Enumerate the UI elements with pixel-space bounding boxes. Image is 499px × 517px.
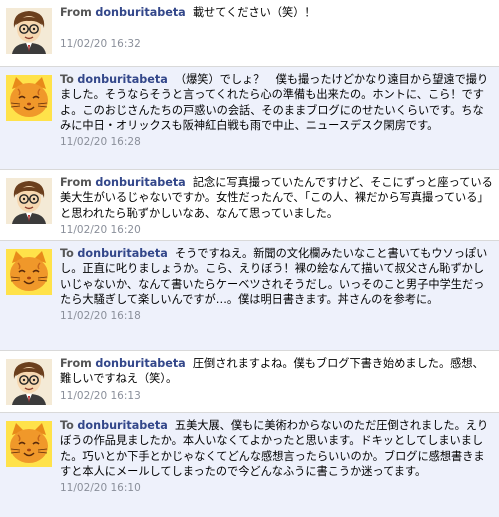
direction-label: To xyxy=(60,419,74,432)
username-link[interactable]: donburitabeta xyxy=(95,357,185,370)
timestamp: 11/02/20 16:32 xyxy=(60,38,141,51)
username-link[interactable]: donburitabeta xyxy=(77,73,167,86)
timestamp: 11/02/20 16:18 xyxy=(60,310,141,323)
message-item[interactable]: To donburitabeta 五美大展、僕もに美術わからないのただ圧倒されま… xyxy=(0,413,499,517)
man-glasses-avatar[interactable] xyxy=(6,8,52,54)
direction-label: From xyxy=(60,6,92,19)
direction-label: To xyxy=(60,73,74,86)
username-link[interactable]: donburitabeta xyxy=(77,419,167,432)
man-glasses-avatar[interactable] xyxy=(6,359,52,405)
orange-cat-avatar[interactable] xyxy=(6,249,52,295)
orange-cat-avatar[interactable] xyxy=(6,75,52,121)
man-glasses-avatar[interactable] xyxy=(6,178,52,224)
direction-label: From xyxy=(60,176,92,189)
direction-label: To xyxy=(60,247,74,260)
message-item[interactable]: From donburitabeta 記念に写真撮っていたんですけど、そこにずっ… xyxy=(0,170,499,241)
message-item[interactable]: To donburitabeta （爆笑）でしょ？ 僕も撮ったけどかなり遠目から… xyxy=(0,67,499,170)
timestamp: 11/02/20 16:10 xyxy=(60,482,141,495)
message-text: 載せてください（笑）！ xyxy=(192,6,316,19)
message-item[interactable]: To donburitabeta そうですねえ。新聞の文化欄みたいなこと書いても… xyxy=(0,241,499,351)
timestamp: 11/02/20 16:13 xyxy=(60,389,141,402)
timestamp: 11/02/20 16:20 xyxy=(60,223,141,236)
message-item[interactable]: From donburitabeta 圧倒されますよね。僕もブログ下書き始めまし… xyxy=(0,351,499,413)
username-link[interactable]: donburitabeta xyxy=(95,176,185,189)
message-thread: From donburitabeta 載せてください（笑）！ 11/02/20 … xyxy=(0,0,499,517)
message-item[interactable]: From donburitabeta 載せてください（笑）！ 11/02/20 … xyxy=(0,0,499,67)
username-link[interactable]: donburitabeta xyxy=(77,247,167,260)
username-link[interactable]: donburitabeta xyxy=(95,6,185,19)
timestamp: 11/02/20 16:28 xyxy=(60,136,141,149)
orange-cat-avatar[interactable] xyxy=(6,421,52,467)
direction-label: From xyxy=(60,357,92,370)
